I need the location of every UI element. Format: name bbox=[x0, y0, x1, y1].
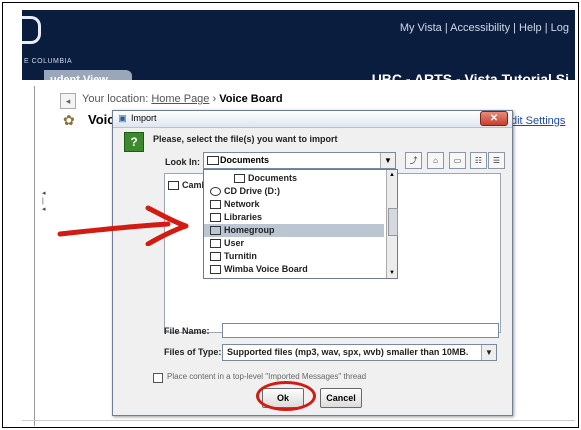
folder-icon bbox=[168, 181, 179, 191]
dialog-prompt: Please, select the file(s) you want to i… bbox=[153, 134, 338, 144]
new-folder-icon[interactable]: ▭ bbox=[449, 152, 466, 169]
file-name-label: File Name: bbox=[164, 326, 210, 336]
files-of-type-value: Supported files (mp3, wav, spx, wvb) sma… bbox=[227, 347, 469, 357]
cd-drive-icon bbox=[210, 187, 221, 197]
list-view-icon[interactable]: ☷ bbox=[470, 152, 487, 169]
scroll-up-icon[interactable]: ▲ bbox=[387, 170, 397, 180]
dropdown-item-documents[interactable]: Documents bbox=[204, 172, 408, 185]
dropdown-item-cd-drive[interactable]: CD Drive (D:) bbox=[204, 185, 384, 198]
dialog-titlebar[interactable]: ▣ Import ✕ bbox=[113, 111, 512, 128]
dropdown-item-user[interactable]: User bbox=[204, 237, 384, 250]
up-one-level-icon[interactable]: ⤴ bbox=[405, 152, 422, 169]
dropdown-item-network[interactable]: Network bbox=[204, 198, 384, 211]
header-links[interactable]: My Vista | Accessibility | Help | Log bbox=[400, 22, 569, 34]
files-of-type-select[interactable]: Supported files (mp3, wav, spx, wvb) sma… bbox=[222, 344, 497, 361]
dropdown-item-libraries[interactable]: Libraries bbox=[204, 211, 384, 224]
scroll-thumb[interactable] bbox=[388, 208, 398, 236]
file-name-input[interactable] bbox=[222, 323, 499, 338]
question-icon: ? bbox=[124, 132, 144, 152]
details-view-icon[interactable]: ☰ bbox=[488, 152, 505, 169]
chevron-down-icon[interactable]: ▼ bbox=[481, 345, 496, 360]
top-level-thread-checkbox[interactable] bbox=[153, 373, 163, 383]
annotation-arrow-icon bbox=[57, 205, 189, 246]
dropdown-scrollbar[interactable]: ▲ ▼ bbox=[386, 170, 398, 278]
folder-icon bbox=[210, 239, 221, 249]
breadcrumb-current: Voice Board bbox=[219, 93, 283, 105]
folder-icon bbox=[234, 174, 245, 184]
breadcrumb: Your location: Home Page › Voice Board bbox=[82, 93, 283, 105]
cancel-button[interactable]: Cancel bbox=[320, 388, 362, 408]
file-list-item[interactable]: Camb bbox=[168, 180, 207, 191]
ubc-logo-icon bbox=[22, 16, 41, 44]
look-in-value: Documents bbox=[220, 155, 270, 165]
divider bbox=[34, 86, 35, 426]
look-in-select[interactable]: Documents ▼ bbox=[203, 152, 396, 169]
dialog-title: Import bbox=[131, 113, 157, 123]
page-title: Voic bbox=[88, 112, 115, 127]
annotation-circle bbox=[256, 381, 316, 411]
brand-text: E COLUMBIA bbox=[24, 58, 73, 65]
voice-board-icon: ✿ bbox=[63, 112, 75, 128]
folder-icon bbox=[210, 213, 221, 223]
import-dialog: ▣ Import ✕ ? Please, select the file(s) … bbox=[112, 110, 513, 416]
breadcrumb-prefix: Your location: bbox=[82, 93, 149, 105]
checkbox-label: Place content in a top-level "Imported M… bbox=[167, 372, 367, 381]
folder-icon bbox=[207, 156, 219, 165]
files-of-type-label: Files of Type: bbox=[164, 347, 222, 357]
folder-icon bbox=[210, 252, 221, 262]
breadcrumb-separator: › bbox=[212, 93, 217, 105]
folder-icon bbox=[210, 200, 221, 210]
look-in-label: Look In: bbox=[165, 157, 200, 167]
chevron-down-icon[interactable]: ▼ bbox=[380, 153, 395, 168]
collapse-handle[interactable]: ◂ | ◂ bbox=[42, 190, 48, 230]
home-folder-icon[interactable]: ⌂ bbox=[427, 152, 444, 169]
dropdown-item-wimba-voice-board[interactable]: Wimba Voice Board bbox=[204, 263, 384, 276]
divider bbox=[22, 420, 575, 421]
edit-settings-link[interactable]: dit Settings bbox=[511, 115, 565, 127]
folder-icon bbox=[210, 226, 221, 236]
scroll-down-icon[interactable]: ▼ bbox=[387, 268, 397, 278]
back-arrow-icon[interactable]: ◂ bbox=[60, 93, 76, 109]
look-in-dropdown[interactable]: Documents CD Drive (D:) Network Librarie… bbox=[203, 169, 398, 279]
folder-icon bbox=[210, 265, 221, 275]
site-header: E COLUMBIA My Vista | Accessibility | He… bbox=[22, 10, 575, 90]
breadcrumb-home-link[interactable]: Home Page bbox=[151, 93, 209, 105]
dropdown-item-homegroup[interactable]: Homegroup bbox=[204, 224, 384, 237]
close-button[interactable]: ✕ bbox=[480, 111, 508, 126]
dropdown-item-turnitin[interactable]: Turnitin bbox=[204, 250, 384, 263]
java-app-icon: ▣ bbox=[118, 113, 127, 123]
